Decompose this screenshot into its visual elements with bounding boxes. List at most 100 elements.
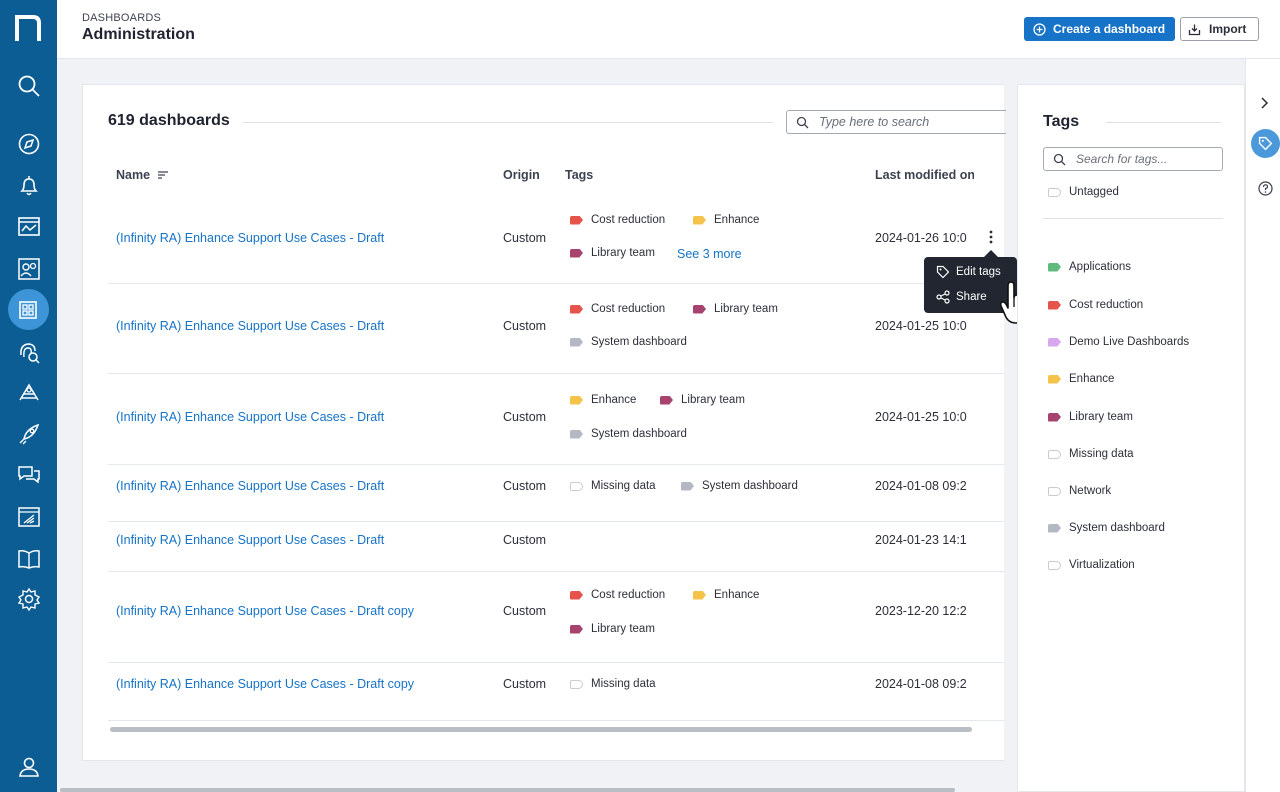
tag-filter-item[interactable]: System dashboard [1048, 522, 1165, 534]
dashboard-name-link[interactable]: (Infinity RA) Enhance Support Use Cases … [116, 677, 414, 691]
tag-icon [1048, 486, 1061, 496]
help-icon[interactable] [1258, 181, 1273, 196]
dashboard-name-link[interactable]: (Infinity RA) Enhance Support Use Cases … [116, 604, 414, 618]
table-row[interactable]: (Infinity RA) Enhance Support Use Cases … [108, 572, 1005, 663]
tag-filter-item[interactable]: Cost reduction [1048, 299, 1143, 311]
tags-panel: Tags Search for tags... Untagged Applica… [1017, 84, 1245, 792]
tag-filter-label: Untagged [1069, 186, 1119, 198]
tag-icon [1048, 374, 1061, 384]
chevron-right-icon[interactable] [1260, 97, 1269, 109]
search-icon[interactable] [16, 73, 42, 99]
create-dashboard-button[interactable]: Create a dashboard [1024, 17, 1175, 41]
tag-filter-label: System dashboard [1069, 522, 1165, 534]
users-icon[interactable] [16, 256, 42, 282]
table-row[interactable]: (Infinity RA) Enhance Support Use Cases … [108, 663, 1005, 721]
tag-chip[interactable]: Cost reduction [570, 589, 665, 601]
dashboard-name-link[interactable]: (Infinity RA) Enhance Support Use Cases … [116, 533, 384, 547]
dashboard-name-link[interactable]: (Infinity RA) Enhance Support Use Cases … [116, 319, 384, 333]
rocket-icon[interactable] [16, 421, 42, 447]
divider [1043, 218, 1223, 219]
column-header-name[interactable]: Name [116, 168, 169, 182]
tag-icon [936, 265, 950, 279]
dashboards-icon[interactable] [15, 297, 41, 323]
tag-chip[interactable]: Missing data [570, 678, 656, 690]
tag-chip[interactable]: Cost reduction [570, 214, 665, 226]
bell-icon[interactable] [16, 173, 42, 199]
tag-filter-label: Virtualization [1069, 559, 1135, 571]
tag-chip[interactable]: Enhance [693, 589, 759, 601]
edit-tags-menu-item[interactable]: Edit tags [936, 265, 1001, 279]
dashboard-name-link[interactable]: (Infinity RA) Enhance Support Use Cases … [116, 410, 384, 424]
tags-toggle-button[interactable] [1251, 129, 1280, 158]
tag-filter-item[interactable]: Library team [1048, 411, 1133, 423]
tag-label: Missing data [591, 480, 656, 492]
breadcrumb[interactable]: DASHBOARDS [82, 12, 161, 24]
tag-search-placeholder: Search for tags... [1076, 152, 1168, 166]
sort-icon[interactable] [158, 171, 169, 179]
tag-filter-item[interactable]: Missing data [1048, 448, 1134, 460]
report-icon[interactable] [16, 504, 42, 530]
import-button[interactable]: Import [1180, 17, 1259, 41]
dashboard-count: 619 dashboards [108, 112, 230, 129]
dashboard-name-link[interactable]: (Infinity RA) Enhance Support Use Cases … [116, 231, 384, 245]
tag-chip[interactable]: Library team [660, 394, 745, 406]
tag-chip[interactable]: Library team [570, 247, 655, 259]
tag-filter-item[interactable]: Network [1048, 485, 1111, 497]
table-row[interactable]: (Infinity RA) Enhance Support Use Cases … [108, 465, 1005, 522]
chat-icon[interactable] [16, 463, 42, 489]
deploy-icon[interactable] [16, 380, 42, 406]
tag-filter-item[interactable]: Virtualization [1048, 559, 1135, 571]
tag-search-input[interactable]: Search for tags... [1043, 147, 1223, 171]
tag-filter-item[interactable]: Applications [1048, 261, 1131, 273]
left-nav [0, 0, 57, 792]
table-row[interactable]: (Infinity RA) Enhance Support Use Cases … [108, 522, 1005, 572]
tag-chip[interactable]: Enhance [570, 394, 636, 406]
tag-filter-label: Library team [1069, 411, 1133, 423]
column-header-origin[interactable]: Origin [503, 168, 540, 182]
tag-chip[interactable]: System dashboard [570, 428, 687, 440]
tag-filter-untagged[interactable]: Untagged [1048, 186, 1119, 198]
page-title: Administration [82, 26, 195, 43]
tag-chip[interactable]: Missing data [570, 480, 656, 492]
logo-icon[interactable] [14, 13, 42, 43]
dashboard-name-link[interactable]: (Infinity RA) Enhance Support Use Cases … [116, 479, 384, 493]
more-options-icon[interactable] [986, 229, 996, 245]
tag-chip[interactable]: Enhance [693, 214, 759, 226]
table-row[interactable]: (Infinity RA) Enhance Support Use Cases … [108, 186, 1005, 284]
edit-tags-label: Edit tags [956, 266, 1001, 278]
tag-label: Missing data [591, 678, 656, 690]
tag-chip[interactable]: System dashboard [570, 336, 687, 348]
tag-chip[interactable]: Cost reduction [570, 303, 665, 315]
dashboards-panel: 619 dashboards Type here to search Name … [82, 84, 1006, 761]
dashboard-search-input[interactable]: Type here to search [786, 110, 1006, 134]
table-row[interactable]: (Infinity RA) Enhance Support Use Cases … [108, 374, 1005, 465]
monitor-chart-icon[interactable] [16, 214, 42, 240]
column-name-label: Name [116, 168, 151, 182]
table-row[interactable]: (Infinity RA) Enhance Support Use Cases … [108, 284, 1005, 374]
column-header-modified[interactable]: Last modified on [875, 168, 974, 182]
column-header-tags[interactable]: Tags [565, 168, 593, 182]
compass-icon[interactable] [16, 131, 42, 157]
horizontal-scrollbar[interactable] [110, 727, 972, 732]
tag-chip[interactable]: Library team [693, 303, 778, 315]
user-icon[interactable] [16, 754, 42, 780]
create-dashboard-label: Create a dashboard [1053, 22, 1166, 36]
see-more-tags-link[interactable]: See 3 more [677, 247, 742, 261]
origin-cell: Custom [503, 677, 547, 691]
tag-icon [570, 481, 583, 491]
tag-icon [570, 624, 583, 634]
tag-chip[interactable]: Library team [570, 623, 655, 635]
page-header: DASHBOARDS Administration Create a dashb… [57, 0, 1280, 59]
tags-title: Tags [1043, 113, 1080, 130]
page-horizontal-scrollbar[interactable] [60, 788, 955, 792]
settings-icon[interactable] [16, 586, 42, 612]
search-placeholder: Type here to search [819, 115, 930, 129]
fingerprint-search-icon[interactable] [16, 339, 42, 365]
tag-filter-item[interactable]: Enhance [1048, 373, 1114, 385]
tag-icon [570, 215, 583, 225]
book-icon[interactable] [16, 546, 42, 572]
share-menu-item[interactable]: Share [936, 290, 987, 304]
tag-filter-item[interactable]: Demo Live Dashboards [1048, 336, 1189, 348]
modified-date-cell: 2024-01-26 10:0 [875, 231, 967, 245]
tag-chip[interactable]: System dashboard [681, 480, 798, 492]
